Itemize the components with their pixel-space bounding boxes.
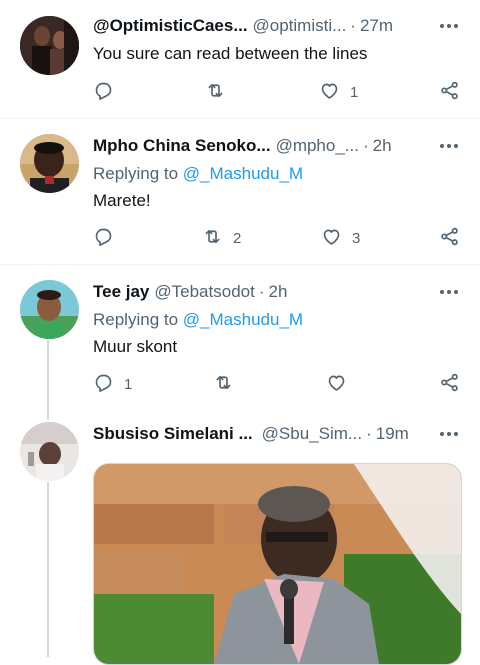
retweet-button[interactable] (205, 80, 226, 104)
more-icon[interactable] (438, 134, 460, 158)
retweet-button[interactable]: 2 (202, 226, 241, 250)
tweet-header: Sbusiso Simelani ... @Sbu_Sim... · 19m (93, 422, 460, 446)
retweet-icon (213, 372, 234, 397)
avatar[interactable] (20, 280, 79, 339)
like-icon (319, 80, 340, 105)
share-button[interactable] (439, 226, 460, 250)
reply-button[interactable] (93, 80, 114, 104)
replying-to: Replying to @_Mashudu_M (93, 164, 303, 184)
avatar[interactable] (20, 422, 79, 481)
mention-link[interactable]: @_Mashudu_M (183, 164, 303, 183)
avatar[interactable] (20, 16, 79, 75)
reply-button[interactable]: 1 (93, 372, 132, 396)
retweet-icon (205, 80, 226, 105)
like-button[interactable] (326, 372, 347, 396)
timestamp[interactable]: 2h (269, 282, 288, 302)
display-name[interactable]: Tee jay (93, 282, 149, 302)
timestamp[interactable]: 27m (360, 16, 393, 36)
display-name[interactable]: Sbusiso Simelani ... (93, 424, 253, 444)
separator-dot: · (258, 282, 265, 301)
reply-icon (93, 372, 114, 397)
user-handle[interactable]: @optimisti... (253, 16, 347, 36)
tweet-text: You sure can read between the lines (93, 44, 368, 63)
timestamp[interactable]: 19m (376, 424, 409, 444)
more-icon[interactable] (438, 422, 460, 446)
more-icon[interactable] (438, 280, 460, 304)
user-handle[interactable]: @mpho_... (276, 136, 359, 156)
like-icon (321, 226, 342, 251)
thread-connector (47, 410, 49, 420)
replying-to: Replying to @_Mashudu_M (93, 310, 303, 330)
like-count: 1 (350, 83, 359, 101)
thread-connector (47, 340, 49, 415)
tweet-header: Tee jay @Tebatsodot · 2h (93, 280, 460, 304)
tweet-2[interactable]: Mpho China Senoko... @mpho_... · 2h Repl… (0, 119, 480, 264)
tweet-header: Mpho China Senoko... @mpho_... · 2h (93, 134, 460, 158)
reply-button[interactable] (93, 226, 114, 250)
like-button[interactable]: 3 (321, 226, 360, 250)
share-button[interactable] (439, 80, 460, 104)
avatar[interactable] (20, 134, 79, 193)
tweet-text: Muur skont (93, 337, 178, 356)
user-handle[interactable]: @Sbu_Sim... (262, 424, 362, 444)
reply-icon (93, 226, 114, 251)
thread-connector (47, 482, 49, 657)
retweet-button[interactable] (213, 372, 234, 396)
tweet-media-image[interactable] (93, 463, 462, 665)
like-icon (326, 372, 347, 397)
share-icon (439, 226, 460, 251)
separator-dot: · (350, 16, 356, 35)
display-name[interactable]: @OptimisticCaes... (93, 16, 248, 36)
share-button[interactable] (439, 372, 460, 396)
reply-count: 1 (124, 375, 133, 393)
display-name[interactable]: Mpho China Senoko... (93, 136, 271, 156)
like-count: 3 (352, 229, 361, 247)
retweet-icon (202, 226, 223, 251)
separator-dot: · (362, 136, 369, 155)
tweet-header: @OptimisticCaes... @optimisti... · 27m (93, 14, 460, 38)
share-icon (439, 80, 460, 105)
share-icon (439, 372, 460, 397)
tweet-3[interactable]: Tee jay @Tebatsodot · 2h Replying to @_M… (0, 265, 480, 415)
replying-to-label: Replying to (93, 164, 179, 183)
retweet-count: 2 (233, 229, 242, 247)
like-button[interactable]: 1 (319, 80, 358, 104)
tweet-text: Marete! (93, 191, 151, 210)
timestamp[interactable]: 2h (373, 136, 392, 156)
mention-link[interactable]: @_Mashudu_M (183, 310, 303, 329)
tweet-1[interactable]: @OptimisticCaes... @optimisti... · 27m Y… (0, 0, 480, 118)
more-icon[interactable] (438, 14, 460, 38)
user-handle[interactable]: @Tebatsodot (154, 282, 254, 302)
reply-icon (93, 80, 114, 105)
replying-to-label: Replying to (93, 310, 179, 329)
separator-dot: · (366, 424, 372, 443)
